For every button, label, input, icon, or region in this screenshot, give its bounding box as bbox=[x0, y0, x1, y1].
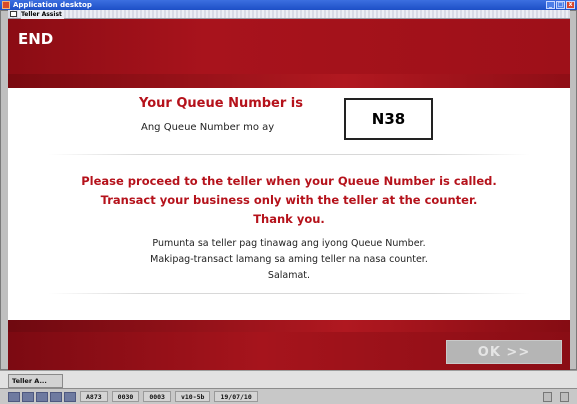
taskbar-tab-teller-assist[interactable]: Teller A... bbox=[8, 374, 63, 388]
status-indicator bbox=[64, 391, 76, 402]
status-cell: 19/07/10 bbox=[214, 391, 258, 402]
status-cell: 0030 bbox=[111, 391, 140, 402]
status-indicators bbox=[8, 391, 76, 402]
window-controls: _ □ x bbox=[546, 1, 575, 9]
status-indicator bbox=[22, 391, 34, 402]
app-icon bbox=[2, 1, 10, 9]
instructions-english: Please proceed to the teller when your Q… bbox=[8, 172, 570, 229]
divider bbox=[48, 154, 530, 155]
status-cell: A873 bbox=[80, 391, 108, 402]
instruction-line: Pumunta sa teller pag tinawag ang iyong … bbox=[152, 238, 426, 249]
queue-number-box: N38 bbox=[344, 98, 433, 140]
close-button[interactable]: x bbox=[566, 1, 575, 9]
divider bbox=[48, 293, 530, 294]
network-icon bbox=[560, 391, 569, 402]
ok-button[interactable]: OK >> bbox=[446, 340, 562, 364]
minimize-button[interactable]: _ bbox=[546, 1, 555, 9]
instruction-line: Transact your business only with the tel… bbox=[100, 193, 478, 207]
header-band bbox=[8, 19, 570, 88]
lock-icon bbox=[543, 391, 552, 402]
window-icon bbox=[10, 11, 17, 17]
page-title: END bbox=[18, 30, 54, 48]
queue-subheading: Ang Queue Number mo ay bbox=[141, 122, 275, 133]
main-content: Your Queue Number is Ang Queue Number mo… bbox=[8, 88, 570, 320]
footer-band: OK >> bbox=[8, 320, 570, 370]
window-title: Teller Assist bbox=[21, 10, 64, 19]
instructions-filipino: Pumunta sa teller pag tinawag ang iyong … bbox=[8, 236, 570, 284]
status-indicator bbox=[36, 391, 48, 402]
status-indicator bbox=[8, 391, 20, 402]
queue-number: N38 bbox=[371, 110, 406, 128]
status-cell: 0003 bbox=[143, 391, 171, 402]
maximize-button[interactable]: □ bbox=[556, 1, 565, 9]
status-icons bbox=[543, 391, 569, 402]
taskbar: Teller A... bbox=[0, 370, 577, 388]
instruction-line: Makipag-transact lamang sa aming teller … bbox=[150, 254, 428, 265]
status-indicator bbox=[50, 391, 62, 402]
status-bar: A873 0030 0003 v10-5b 19/07/10 bbox=[0, 388, 577, 404]
instruction-line: Please proceed to the teller when your Q… bbox=[81, 174, 497, 188]
status-cell: v10-5b bbox=[174, 391, 211, 402]
app-title: Application desktop bbox=[13, 1, 92, 9]
instruction-line: Thank you. bbox=[253, 212, 325, 226]
queue-heading: Your Queue Number is bbox=[139, 96, 303, 111]
window-titlebar[interactable]: Teller Assist bbox=[8, 10, 570, 19]
instruction-line: Salamat. bbox=[267, 270, 311, 281]
app-titlebar: Application desktop _ □ x bbox=[0, 0, 577, 10]
